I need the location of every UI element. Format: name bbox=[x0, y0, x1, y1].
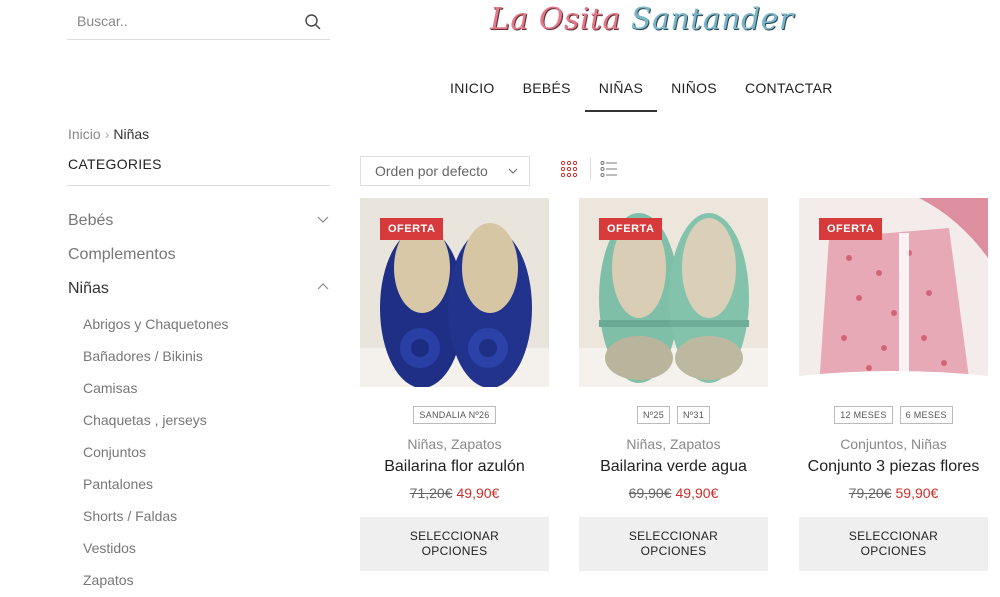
old-price: 69,90€ bbox=[628, 485, 672, 501]
subcategory-item[interactable]: Abrigos y Chaquetones bbox=[83, 308, 330, 340]
size-tag[interactable]: Nº25 bbox=[637, 406, 670, 424]
nav-item-bebes[interactable]: BEBÉS bbox=[509, 70, 585, 112]
sale-price: 59,90€ bbox=[895, 485, 939, 501]
nav-item-ninas[interactable]: NIÑAS bbox=[584, 70, 658, 112]
subcategory-item[interactable]: Zapatos bbox=[83, 564, 330, 596]
product-categories[interactable]: Niñas, Zapatos bbox=[579, 436, 768, 452]
select-options-button[interactable]: SELECCIONAR OPCIONES bbox=[799, 517, 988, 571]
categories-title: CATEGORIES bbox=[68, 156, 162, 172]
product-categories[interactable]: Conjuntos, Niñas bbox=[799, 436, 988, 452]
button-label-line1: SELECCIONAR bbox=[848, 529, 939, 543]
product-tags: SANDALIA Nº26 bbox=[360, 406, 549, 424]
size-tag[interactable]: 6 MESES bbox=[899, 406, 953, 424]
button-label-line2: OPCIONES bbox=[860, 544, 927, 558]
product-card: OFERTA 12 MESES 6 MESES Conjuntos, Niñas… bbox=[799, 198, 988, 571]
product-name[interactable]: Bailarina flor azulón bbox=[360, 458, 549, 476]
subcategory-item[interactable]: Vestidos bbox=[83, 532, 330, 564]
site-logo[interactable]: La Osita Santander bbox=[490, 2, 794, 37]
view-divider bbox=[590, 158, 591, 180]
chevron-down-icon bbox=[508, 168, 518, 174]
sort-label: Orden por defecto bbox=[375, 163, 488, 179]
product-tags: Nº25 Nº31 bbox=[579, 406, 768, 424]
breadcrumb-current: Niñas bbox=[113, 126, 150, 142]
button-label-line1: SELECCIONAR bbox=[409, 529, 500, 543]
nav-item-ninos[interactable]: NIÑOS bbox=[657, 70, 731, 112]
grid-view-icon[interactable] bbox=[560, 160, 578, 178]
size-tag[interactable]: 12 MESES bbox=[834, 406, 893, 424]
nav-item-contactar[interactable]: CONTACTAR bbox=[731, 70, 847, 112]
sale-badge: OFERTA bbox=[599, 218, 663, 240]
breadcrumb: Inicio › Niñas bbox=[68, 126, 149, 142]
sale-price: 49,90€ bbox=[456, 485, 500, 501]
product-price: 71,20€ 49,90€ bbox=[360, 485, 549, 501]
select-options-button[interactable]: SELECCIONAR OPCIONES bbox=[360, 517, 549, 571]
search-icon[interactable] bbox=[304, 13, 322, 31]
product-image[interactable]: OFERTA bbox=[360, 198, 549, 387]
size-tag[interactable]: SANDALIA Nº26 bbox=[413, 406, 496, 424]
search-box bbox=[67, 4, 330, 40]
category-list: Bebés Complementos Niñas Abrigos y Chaqu… bbox=[68, 204, 330, 596]
category-item-bebes[interactable]: Bebés bbox=[68, 204, 330, 238]
search-input[interactable] bbox=[67, 4, 287, 38]
category-label: Niñas bbox=[68, 280, 109, 297]
product-price: 69,90€ 49,90€ bbox=[579, 485, 768, 501]
category-item-ninas[interactable]: Niñas bbox=[68, 272, 330, 306]
main-nav: INICIO BEBÉS NIÑAS NIÑOS CONTACTAR bbox=[436, 70, 847, 112]
subcategory-item[interactable]: Camisas bbox=[83, 372, 330, 404]
product-image[interactable]: OFERTA bbox=[579, 198, 768, 387]
sale-price: 49,90€ bbox=[675, 485, 719, 501]
button-label-line2: OPCIONES bbox=[421, 544, 488, 558]
category-label: Complementos bbox=[68, 246, 176, 263]
category-item-complementos[interactable]: Complementos bbox=[68, 238, 330, 272]
logo-text-2: Santander bbox=[630, 2, 794, 37]
select-options-button[interactable]: SELECCIONAR OPCIONES bbox=[579, 517, 768, 571]
sort-select[interactable]: Orden por defecto bbox=[360, 156, 530, 186]
subcategory-item[interactable]: Shorts / Faldas bbox=[83, 500, 330, 532]
product-categories[interactable]: Niñas, Zapatos bbox=[360, 436, 549, 452]
chevron-down-icon[interactable] bbox=[316, 212, 330, 226]
subcategory-item[interactable]: Chaquetas , jerseys bbox=[83, 404, 330, 436]
nav-item-inicio[interactable]: INICIO bbox=[436, 70, 509, 112]
product-price: 79,20€ 59,90€ bbox=[799, 485, 988, 501]
subcategory-item[interactable]: Conjuntos bbox=[83, 436, 330, 468]
subcategory-item[interactable]: Bañadores / Bikinis bbox=[83, 340, 330, 372]
product-name[interactable]: Bailarina verde agua bbox=[579, 458, 768, 476]
breadcrumb-separator: › bbox=[104, 126, 110, 142]
old-price: 71,20€ bbox=[409, 485, 453, 501]
sale-badge: OFERTA bbox=[819, 218, 883, 240]
chevron-up-icon[interactable] bbox=[316, 280, 330, 294]
product-card: OFERTA Nº25 Nº31 Niñas, Zapatos Bailarin… bbox=[579, 198, 768, 571]
subcategory-item[interactable]: Pantalones bbox=[83, 468, 330, 500]
product-image[interactable]: OFERTA bbox=[799, 198, 988, 387]
product-name[interactable]: Conjunto 3 piezas flores bbox=[799, 458, 988, 476]
product-card: OFERTA SANDALIA Nº26 Niñas, Zapatos Bail… bbox=[360, 198, 549, 571]
breadcrumb-home[interactable]: Inicio bbox=[68, 126, 101, 142]
categories-divider bbox=[67, 185, 330, 186]
button-label-line2: OPCIONES bbox=[640, 544, 707, 558]
subcategory-list: Abrigos y Chaquetones Bañadores / Bikini… bbox=[68, 308, 330, 596]
product-tags: 12 MESES 6 MESES bbox=[799, 406, 988, 424]
logo-text-1: La Osita bbox=[490, 2, 621, 37]
category-label: Bebés bbox=[68, 212, 114, 229]
sale-badge: OFERTA bbox=[380, 218, 444, 240]
button-label-line1: SELECCIONAR bbox=[628, 529, 719, 543]
old-price: 79,20€ bbox=[848, 485, 892, 501]
list-view-icon[interactable] bbox=[600, 160, 618, 178]
size-tag[interactable]: Nº31 bbox=[677, 406, 710, 424]
